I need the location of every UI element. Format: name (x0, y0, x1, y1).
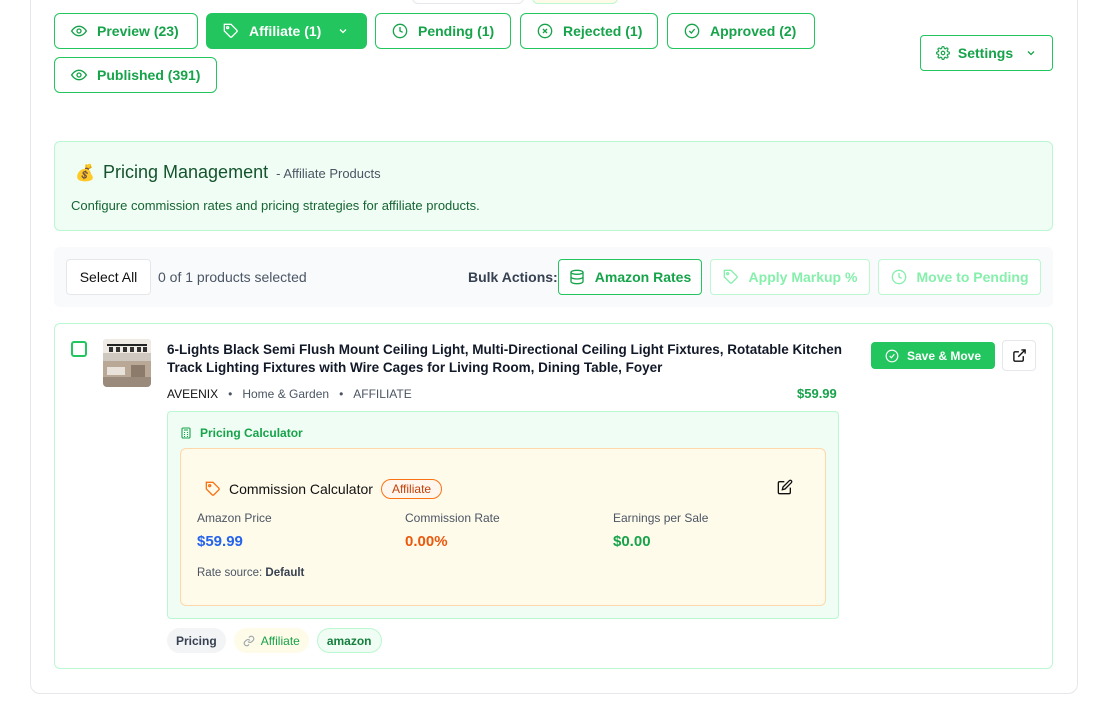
rate-source: Rate source: Default (197, 567, 304, 579)
check-circle-icon (885, 349, 899, 362)
tag-icon (205, 481, 220, 496)
money-bag-icon: 💰 (75, 165, 95, 182)
external-link-icon (1012, 349, 1026, 362)
clock-icon (891, 269, 906, 285)
commission-calculator: Commission Calculator Affiliate Amazon P… (180, 448, 826, 606)
clock-icon (392, 23, 408, 39)
tab-published[interactable]: Published (391) (54, 57, 217, 93)
bulk-actions-label: Bulk Actions: (468, 269, 558, 285)
commission-rate-column: Commission Rate 0.00% (405, 511, 500, 550)
amazon-price-label: Amazon Price (197, 511, 272, 525)
pricing-calculator-title-row: Pricing Calculator (180, 426, 303, 440)
open-external-button[interactable] (1002, 340, 1036, 371)
tag-icon (723, 269, 738, 284)
tag-icon (223, 23, 238, 38)
calculator-icon (181, 427, 191, 439)
apply-markup-button[interactable]: Apply Markup % (710, 259, 870, 295)
link-icon (243, 635, 254, 646)
product-checkbox[interactable] (71, 341, 87, 357)
amazon-price-column: Amazon Price $59.99 (197, 511, 272, 550)
product-thumbnail (103, 339, 151, 387)
pricing-subtitle: - Affiliate Products (276, 166, 381, 181)
settings-label: Settings (957, 45, 1014, 61)
selection-count: 0 of 1 products selected (158, 269, 307, 285)
edit-icon[interactable] (777, 479, 793, 495)
amazon-rates-label: Amazon Rates (594, 269, 692, 285)
product-meta: AVEENIX • Home & Garden • AFFILIATE (167, 387, 412, 401)
database-icon (570, 269, 584, 285)
product-price: $59.99 (797, 386, 837, 401)
earnings-column: Earnings per Sale $0.00 (613, 511, 708, 550)
product-type: AFFILIATE (353, 387, 412, 401)
gear-icon (935, 46, 950, 60)
pricing-management-panel: 💰 Pricing Management - Affiliate Product… (54, 141, 1053, 231)
product-card: 6-Lights Black Semi Flush Mount Ceiling … (54, 323, 1053, 669)
tab-affiliate[interactable]: Affiliate (1) (206, 13, 367, 49)
tab-preview[interactable]: Preview (23) (54, 13, 198, 49)
tab-label: Rejected (1) (563, 23, 643, 39)
pricing-calculator: Pricing Calculator Commission Calculator… (167, 411, 839, 619)
commission-calculator-header: Commission Calculator Affiliate (205, 479, 443, 499)
check-circle-icon (684, 23, 700, 39)
pricing-description: Configure commission rates and pricing s… (71, 198, 480, 213)
tag-pricing: Pricing (167, 628, 226, 653)
apply-markup-label: Apply Markup % (748, 269, 858, 285)
tag-amazon: amazon (316, 628, 382, 653)
tab-label: Preview (23) (97, 23, 179, 39)
chevron-down-icon (1027, 51, 1035, 56)
hidden-control-edge-2 (532, 0, 618, 4)
hidden-control-edge (412, 0, 524, 4)
product-category: Home & Garden (242, 387, 330, 401)
chevron-down-icon (339, 29, 347, 34)
tab-label: Approved (2) (710, 23, 797, 39)
amazon-rates-button[interactable]: Amazon Rates (558, 259, 702, 295)
tab-rejected[interactable]: Rejected (1) (520, 13, 658, 49)
bulk-actions-bar: Select All 0 of 1 products selected Bulk… (54, 247, 1053, 307)
tag-affiliate: Affiliate (233, 628, 309, 653)
tab-pending[interactable]: Pending (1) (375, 13, 511, 49)
eye-icon (71, 25, 87, 37)
tab-label: Affiliate (1) (249, 23, 322, 39)
eye-icon (71, 69, 87, 81)
pricing-title: Pricing Management (103, 162, 269, 182)
commission-calculator-title: Commission Calculator (229, 481, 373, 497)
meta-dot: • (228, 387, 233, 401)
x-circle-icon (537, 23, 553, 39)
earnings-value: $0.00 (613, 533, 651, 550)
rate-source-value: Default (265, 567, 305, 579)
amazon-price-value: $59.99 (197, 533, 243, 550)
move-to-pending-button[interactable]: Move to Pending (878, 259, 1041, 295)
save-and-move-button[interactable]: Save & Move (871, 342, 995, 369)
product-title[interactable]: 6-Lights Black Semi Flush Mount Ceiling … (167, 341, 847, 377)
select-all-button[interactable]: Select All (66, 259, 151, 295)
move-to-pending-label: Move to Pending (916, 269, 1029, 285)
pricing-title-row: 💰 Pricing Management - Affiliate Product… (75, 162, 381, 183)
product-brand: AVEENIX (167, 387, 219, 401)
pricing-calculator-title: Pricing Calculator (200, 426, 303, 440)
product-tags: Pricing Affiliate amazon (167, 628, 382, 653)
affiliate-badge: Affiliate (380, 479, 443, 499)
tag-affiliate-label: Affiliate (260, 633, 300, 648)
commission-rate-label: Commission Rate (405, 511, 500, 525)
rate-source-label: Rate source: (197, 567, 263, 579)
tab-approved[interactable]: Approved (2) (667, 13, 815, 49)
earnings-label: Earnings per Sale (613, 511, 709, 525)
tab-label: Pending (1) (418, 23, 495, 39)
settings-button[interactable]: Settings (920, 35, 1053, 71)
tab-label: Published (391) (97, 67, 201, 83)
save-and-move-label: Save & Move (906, 348, 982, 363)
commission-rate-value: 0.00% (405, 533, 448, 550)
meta-dot: • (339, 387, 344, 401)
